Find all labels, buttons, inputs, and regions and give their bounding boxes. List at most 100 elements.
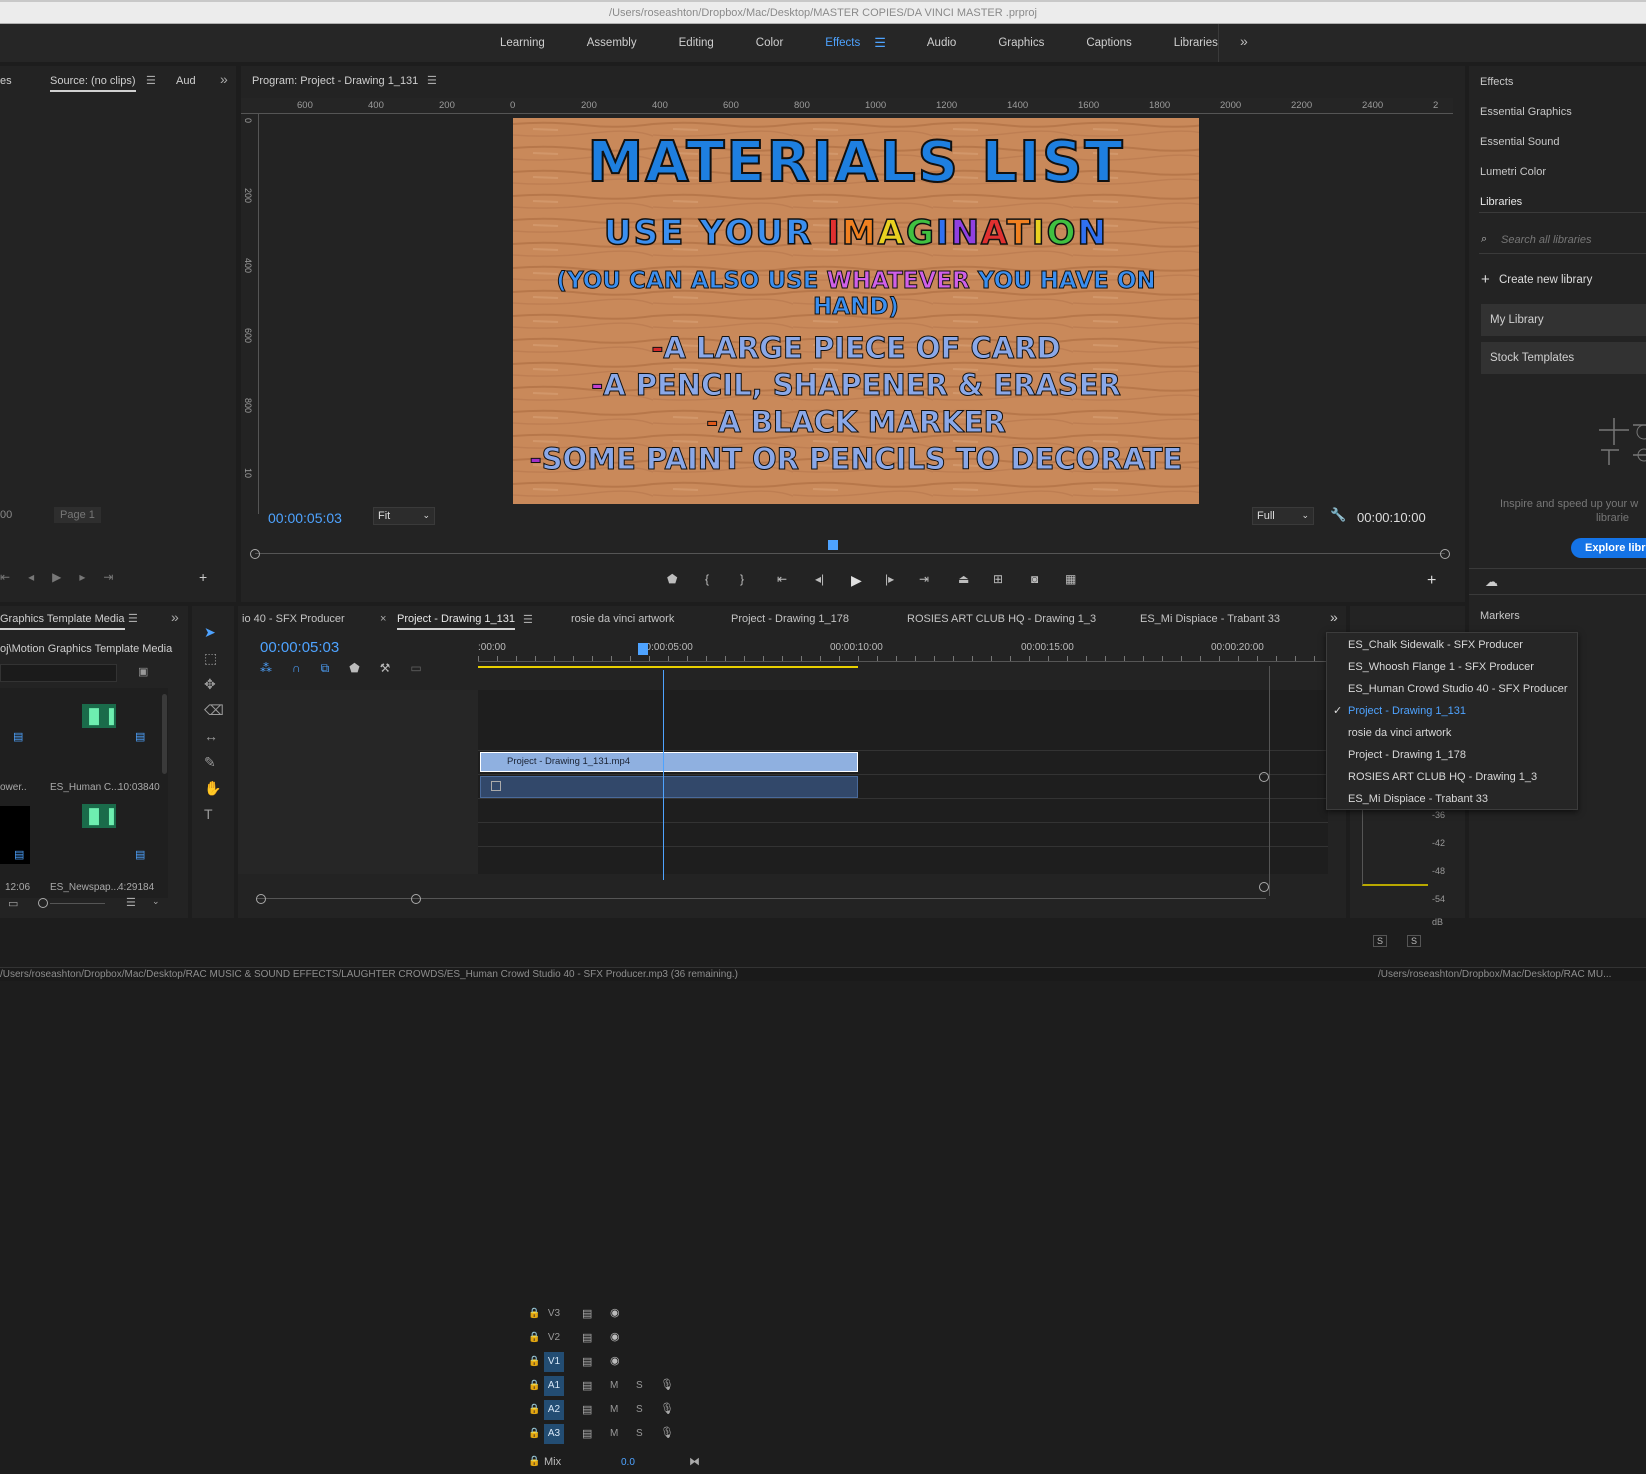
dropdown-item[interactable]: ✓ Project - Drawing 1_131 (1327, 700, 1577, 722)
scroll-handle-top[interactable] (1259, 772, 1269, 782)
step-back-icon[interactable]: ◂ (28, 570, 52, 584)
solo-button[interactable]: S (636, 1404, 643, 1415)
track-label[interactable]: V1 (544, 1352, 564, 1372)
mute-button[interactable]: M (610, 1404, 618, 1415)
lock-icon[interactable]: 🔒 (528, 1456, 540, 1467)
play-icon[interactable]: ▶ (52, 570, 79, 584)
sync-lock-icon[interactable]: ▤ (582, 1331, 592, 1344)
panel-menu-icon[interactable]: ☰ (146, 74, 156, 87)
zoom-select[interactable]: Fit ⌄ (373, 507, 435, 525)
audio-clip[interactable] (480, 776, 858, 798)
eye-icon[interactable]: ◉ (610, 1354, 620, 1367)
microphone-icon[interactable]: 🎙 (660, 1378, 674, 1391)
essential-graphics-tab[interactable]: Essential Graphics (1480, 106, 1572, 118)
workspace-tab-effects[interactable]: Effects (804, 24, 868, 62)
overflow-chevron-icon[interactable]: » (1240, 33, 1248, 49)
close-icon[interactable]: × (380, 613, 386, 625)
create-library-button[interactable]: Create new library (1499, 274, 1592, 286)
sequence-tab[interactable]: Project - Drawing 1_178 (731, 613, 849, 625)
essential-sound-tab[interactable]: Essential Sound (1480, 136, 1560, 148)
sync-lock-icon[interactable]: ▤ (582, 1379, 592, 1392)
sequence-tab[interactable]: ROSIES ART CLUB HQ - Drawing 1_3 (907, 613, 1096, 625)
playhead-marker[interactable] (828, 540, 838, 550)
eye-icon[interactable]: ◉ (610, 1330, 620, 1343)
sync-lock-icon[interactable]: ▤ (582, 1355, 592, 1368)
selection-tool-icon[interactable]: ➤ (204, 624, 216, 641)
zoom-handle-right[interactable] (1440, 549, 1450, 559)
track-label[interactable]: A3 (544, 1424, 564, 1444)
microphone-icon[interactable]: 🎙 (660, 1402, 674, 1415)
add-marker-icon[interactable]: ⬟ (349, 661, 379, 675)
time-ruler[interactable]: :00:00 00:00:05:00 00:00:10:00 00:00:15:… (478, 642, 1328, 682)
panel-menu-icon[interactable]: ☰ (427, 74, 437, 87)
sequence-tab-active[interactable]: Project - Drawing 1_131 (397, 613, 516, 630)
solo-button[interactable]: S (636, 1428, 643, 1439)
track-label[interactable]: A2 (544, 1400, 564, 1420)
solo-button[interactable]: S (636, 1380, 643, 1391)
settings-wrench-icon[interactable]: 🔧 (1330, 507, 1346, 523)
libraries-tab[interactable]: Libraries (1480, 196, 1522, 208)
workspace-tab-learning[interactable]: Learning (479, 24, 566, 62)
project-search-input[interactable] (0, 664, 117, 682)
sync-lock-icon[interactable]: ▤ (582, 1307, 592, 1320)
my-library-item[interactable]: My Library (1481, 304, 1646, 336)
tab-audio-clip[interactable]: Aud (176, 75, 196, 87)
playhead-line[interactable] (663, 670, 664, 880)
mark-out-icon[interactable]: } (740, 572, 744, 586)
lock-icon[interactable]: 🔒 (528, 1332, 540, 1343)
type-tool-icon[interactable]: T (204, 806, 213, 822)
settings-wrench-icon[interactable]: ⚒ (380, 661, 411, 675)
workspace-tab-assembly[interactable]: Assembly (566, 24, 658, 62)
dropdown-item[interactable]: ES_Human Crowd Studio 40 - SFX Producer (1327, 678, 1577, 700)
library-search-input[interactable]: Search all libraries (1501, 234, 1591, 246)
horizontal-scrollbar[interactable] (256, 898, 1266, 899)
zoom-handle-left[interactable] (250, 549, 260, 559)
export-frame-camera-icon[interactable]: ◙ (1031, 572, 1038, 586)
mark-in-icon[interactable]: { (705, 572, 709, 586)
workspace-tab-captions[interactable]: Captions (1065, 24, 1152, 62)
tab-source[interactable]: Source: (no clips) (50, 75, 136, 92)
tab-es[interactable]: es (0, 75, 12, 87)
play-button-icon[interactable]: ▶ (851, 572, 862, 589)
stock-templates-item[interactable]: Stock Templates (1481, 342, 1646, 374)
mute-button[interactable]: M (610, 1380, 618, 1391)
cloud-icon[interactable]: ☁ (1485, 574, 1498, 590)
ripple-edit-tool-icon[interactable]: ✥ (204, 676, 216, 693)
list-view-icon[interactable]: ▭ (8, 897, 18, 910)
sort-icon[interactable]: ☰ (126, 896, 136, 909)
scroll-handle-bottom[interactable] (1259, 882, 1269, 892)
hand-tool-icon[interactable]: ✋ (204, 780, 221, 797)
lock-icon[interactable]: 🔒 (528, 1356, 540, 1367)
step-back-icon[interactable]: ◂| (815, 572, 824, 586)
snap-magnet-icon[interactable]: ∩ (292, 661, 321, 675)
track-label[interactable]: V2 (544, 1328, 564, 1348)
captions-icon[interactable]: ▭ (410, 661, 441, 675)
lumetri-color-tab[interactable]: Lumetri Color (1480, 166, 1546, 178)
timeline-timecode[interactable]: 00:00:05:03 (260, 639, 339, 656)
markers-tab[interactable]: Markers (1480, 610, 1520, 622)
dropdown-item[interactable]: ES_Chalk Sidewalk - SFX Producer (1327, 634, 1577, 656)
pen-tool-icon[interactable]: ✎ (204, 754, 216, 771)
solo-button-right[interactable]: S (1407, 935, 1422, 947)
track-label[interactable]: V3 (544, 1304, 564, 1324)
lock-icon[interactable]: 🔒 (528, 1428, 540, 1439)
mix-expand-icon[interactable]: ⧓ (689, 1455, 700, 1468)
sync-lock-icon[interactable]: ▤ (582, 1427, 592, 1440)
workspace-tab-graphics[interactable]: Graphics (977, 24, 1065, 62)
sync-lock-icon[interactable]: ▤ (582, 1403, 592, 1416)
lift-icon[interactable]: ⏏ (958, 572, 969, 586)
zoom-handle-left[interactable] (256, 894, 266, 904)
go-to-in-icon[interactable]: ⇤ (0, 570, 28, 584)
zoom-slider-track[interactable] (50, 903, 105, 904)
dropdown-item[interactable]: ES_Mi Dispiace - Trabant 33 (1327, 788, 1577, 810)
sequence-tab[interactable]: ES_Mi Dispiace - Trabant 33 (1140, 613, 1280, 625)
panel-menu-icon[interactable]: ☰ (523, 613, 533, 626)
go-to-in-icon[interactable]: ⇤ (777, 572, 787, 586)
workspace-menu-icon[interactable]: ☰ (868, 35, 906, 51)
video-clip[interactable]: Project - Drawing 1_131.mp4 (480, 752, 858, 772)
dropdown-item[interactable]: Project - Drawing 1_178 (1327, 744, 1577, 766)
linked-selection-icon[interactable]: ⧉ (321, 661, 350, 675)
sequence-tab[interactable]: rosie da vinci artwork (571, 613, 674, 625)
nest-icon[interactable]: ⁂ (260, 661, 292, 675)
overflow-chevron-icon[interactable]: » (171, 609, 179, 625)
